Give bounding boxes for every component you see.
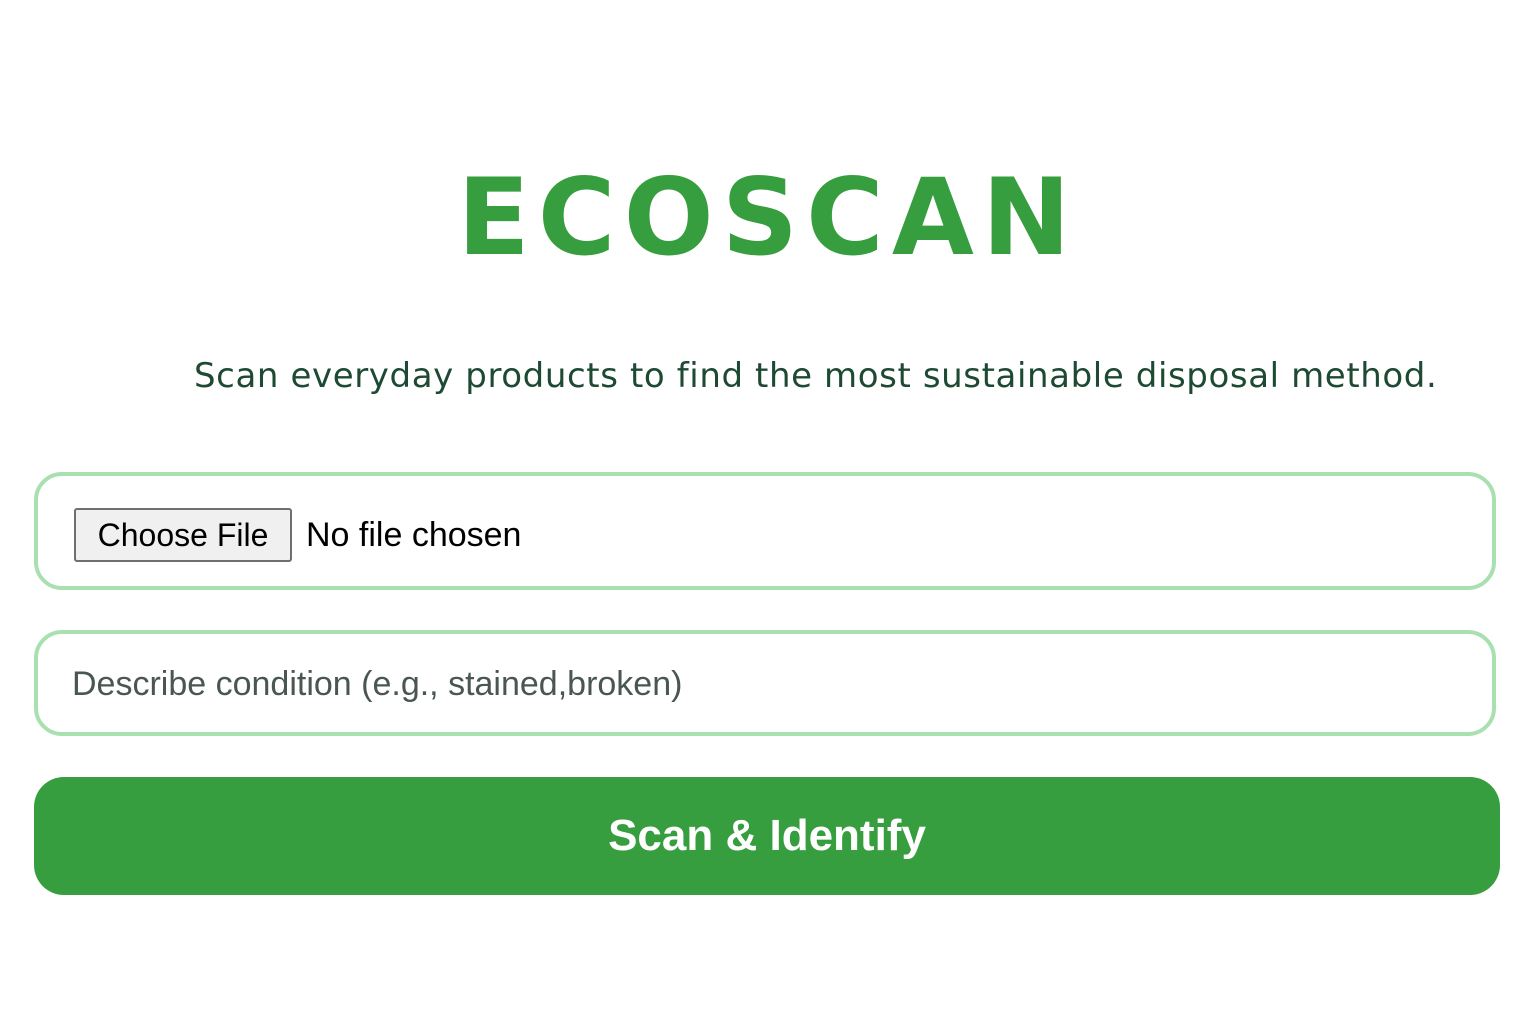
tagline: Scan everyday products to find the most …	[194, 356, 1438, 396]
condition-input[interactable]	[72, 656, 1452, 712]
file-upload-field[interactable]: Choose File No file chosen	[34, 472, 1496, 590]
scan-identify-button[interactable]: Scan & Identify	[34, 777, 1500, 895]
condition-field[interactable]	[34, 630, 1496, 736]
file-status-text: No file chosen	[306, 516, 522, 554]
app-title: ECOSCAN	[457, 156, 1079, 279]
choose-file-button[interactable]: Choose File	[74, 508, 292, 562]
